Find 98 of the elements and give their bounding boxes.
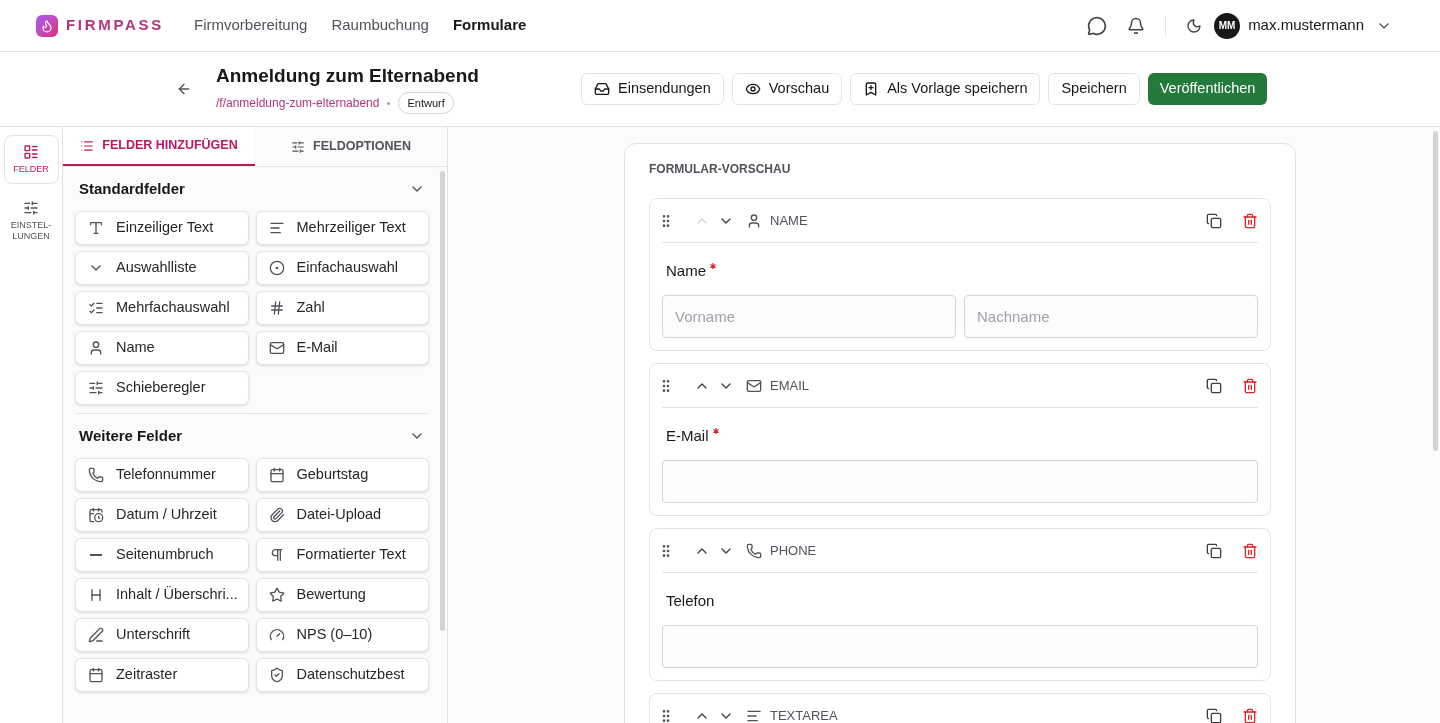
brand-name: FIRMPASS [66,15,164,36]
field-type-button[interactable]: Datum / Uhrzeit [75,498,249,532]
section-title: Weitere Felder [79,425,183,446]
field-type-button[interactable]: Bewertung [255,578,429,612]
inbox-icon [594,81,610,97]
notification-icon[interactable] [1127,16,1146,35]
field-label: Name [666,262,706,279]
star-icon [268,587,285,603]
nav-link[interactable]: Firmvorbereitung [194,14,308,37]
minus-icon [90,554,102,556]
sliders-icon [88,380,104,396]
field-type-button[interactable]: Datei-Upload [255,498,429,532]
user-menu[interactable]: MM max.mustermann [1214,12,1392,39]
scrollbar-thumb[interactable] [1433,131,1438,451]
field-type-label: EMAIL [770,376,809,395]
delete-icon[interactable] [1242,212,1258,229]
section-title: Standardfelder [79,178,185,199]
lines-icon [268,220,285,236]
duplicate-icon[interactable] [1206,542,1222,559]
field-type-button[interactable]: Name [75,331,249,365]
action-button[interactable]: Veröffentlichen [1147,73,1268,105]
field-type-button[interactable]: Telefonnummer [75,458,249,492]
field-type-button[interactable]: Zahl [255,291,429,325]
field-type-button[interactable]: Inhalt / Überschri... [75,578,249,612]
list-icon [80,138,95,153]
user-name: max.mustermann [1248,15,1364,36]
section-header[interactable]: Standardfelder [75,167,429,211]
phone-icon [88,467,104,483]
field-type-button[interactable]: Schieberegler [75,371,249,405]
duplicate-icon[interactable] [1206,212,1222,229]
paperclip-icon [268,507,285,523]
field-type-button[interactable]: NPS (0–10) [255,618,429,652]
field-type-button[interactable]: Seitenumbruch [75,538,249,572]
envelope-icon [746,377,762,394]
fields-icon [23,144,39,160]
scrollbar-thumb[interactable] [439,171,445,631]
duplicate-icon[interactable] [1206,377,1222,394]
radio-icon [268,260,285,276]
back-icon[interactable] [176,81,192,97]
text-t-icon [88,220,104,236]
field-label: E-Mail [666,427,709,444]
field-type-button[interactable]: Mehrzeiliger Text [255,211,429,245]
text-input[interactable] [662,460,1258,503]
calendar-icon [88,667,104,683]
delete-icon[interactable] [1242,377,1258,394]
action-button[interactable]: Vorschau [731,73,843,105]
delete-icon[interactable] [1242,542,1258,559]
field-type-label: NAME [770,211,808,230]
action-button[interactable]: Einsendungen [581,73,724,105]
sliders-icon [23,200,39,216]
logo-icon [36,14,58,37]
field-type-button[interactable]: Einfachauswahl [255,251,429,285]
panel-tab[interactable]: FELDER HINZUFÜGEN [63,127,255,166]
shield-icon [268,667,285,683]
field-type-button[interactable]: Einzeiliger Text [75,211,249,245]
form-title: Anmeldung zum Elternabend [216,63,480,88]
sliders-icon [291,139,306,154]
text-input[interactable] [662,625,1258,668]
panel-tab[interactable]: FELDOPTIONEN [255,127,447,166]
delete-icon[interactable] [1242,707,1258,723]
duplicate-icon[interactable] [1206,707,1222,723]
action-button[interactable]: Als Vorlage speichern [850,73,1041,105]
field-label: Telefon [666,592,715,609]
gauge-icon [268,627,285,643]
envelope-icon [268,340,285,356]
field-type-button[interactable]: Unterschrift [75,618,249,652]
eye-icon [744,81,761,97]
field-type-button[interactable]: Formatierter Text [255,538,429,572]
hash-icon [268,300,285,316]
section-header[interactable]: Weitere Felder [75,414,429,458]
field-type-button[interactable]: Auswahlliste [75,251,249,285]
preview-title: FORMULAR-VORSCHAU [649,161,792,178]
text-input[interactable]: Vorname [662,295,956,338]
field-type-button[interactable]: Geburtstag [255,458,429,492]
heading-h-icon [88,587,104,603]
pen-icon [88,627,104,643]
action-button[interactable]: Speichern [1048,73,1140,105]
form-slug: /f/anmeldung-zum-elternabend [216,95,380,112]
text-input[interactable]: Nachname [964,295,1258,338]
field-type-button[interactable]: Mehrfachauswahl [75,291,249,325]
chat-icon[interactable] [1087,15,1108,36]
avatar: MM [1214,12,1241,39]
user-icon [746,212,762,229]
calendar-clock-icon [88,507,104,523]
field-type-label: TEXTAREA [770,706,838,723]
rail-tab[interactable]: EINSTEL- LUNGEN [3,192,59,250]
user-icon [88,340,104,356]
dark-mode-icon[interactable] [1186,17,1203,34]
checklist-icon [88,300,104,316]
field-type-button[interactable]: E-Mail [255,331,429,365]
nav-link[interactable]: Formulare [452,14,527,37]
phone-icon [746,542,762,559]
field-type-label: PHONE [770,541,817,560]
nav-link[interactable]: Raumbuchung [331,14,429,37]
field-type-button[interactable]: Datenschutzbest [255,658,429,692]
calendar-icon [268,467,285,483]
field-type-button[interactable]: Zeitraster [75,658,249,692]
rail-tab[interactable]: FELDER [3,135,59,184]
